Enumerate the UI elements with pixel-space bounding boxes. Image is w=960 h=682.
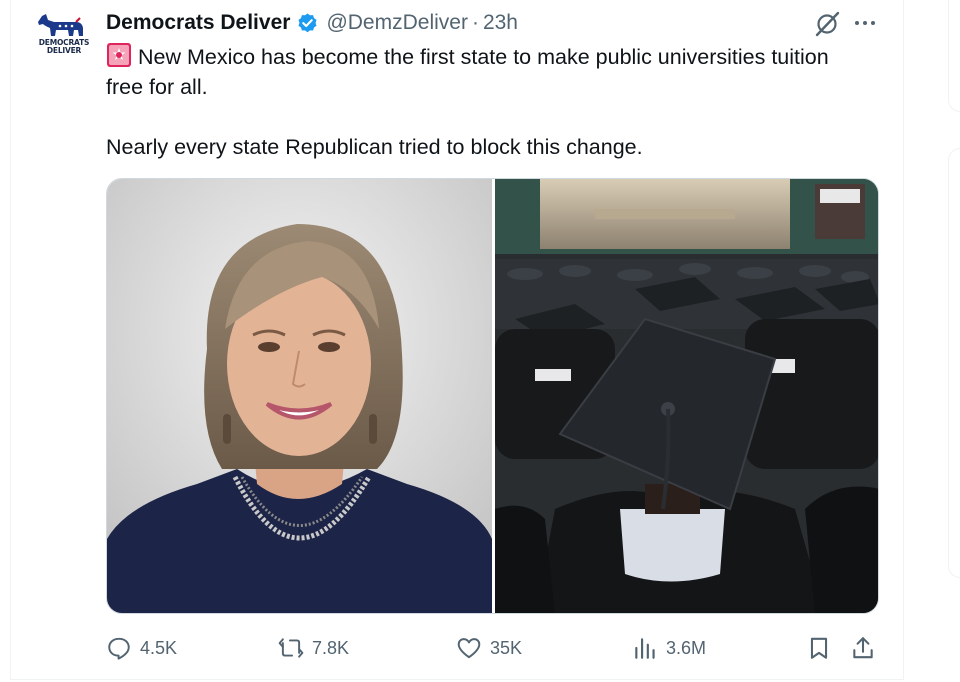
reply-button[interactable]: 4.5K (106, 632, 177, 664)
header-separator: · (471, 11, 479, 34)
author-display-name[interactable]: Democrats Deliver (106, 11, 290, 35)
repost-count: 7.8K (312, 637, 350, 658)
author-handle[interactable]: @DemzDeliver (326, 11, 468, 35)
tweet-actions-bar: 4.5K 7.8K 35K 3.6M (106, 632, 880, 664)
media-image-portrait[interactable] (107, 179, 492, 613)
tweet-media[interactable] (106, 178, 879, 614)
tweet-text-line-2: Nearly every state Republican tried to b… (106, 135, 643, 159)
views-count: 3.6M (666, 637, 707, 658)
tweet-text: New Mexico has become the first state to… (106, 42, 866, 162)
tweet-header: Democrats Deliver @DemzDeliver · 23h (106, 8, 518, 38)
views-button[interactable]: 3.6M (632, 632, 706, 664)
more-options-icon[interactable] (852, 10, 878, 36)
bookmark-icon (810, 637, 828, 659)
bookmark-button[interactable] (806, 632, 840, 664)
portrait-image (107, 179, 492, 613)
reply-count: 4.5K (140, 637, 178, 658)
verified-badge-icon[interactable] (296, 12, 319, 35)
right-panel-card (948, 0, 960, 112)
like-button[interactable]: 35K (456, 632, 522, 664)
repost-button[interactable]: 7.8K (278, 632, 349, 664)
heart-icon (457, 638, 481, 659)
reply-icon (108, 637, 130, 660)
avatar-logo-text: DEMOCRATS DELIVER (38, 38, 90, 55)
repost-icon (278, 638, 304, 658)
tweet-text-line-1: New Mexico has become the first state to… (106, 45, 829, 99)
grok-icon[interactable] (813, 10, 841, 38)
tweet-timestamp[interactable]: 23h (483, 11, 518, 35)
graduation-image (495, 179, 878, 613)
author-avatar[interactable]: DEMOCRATS DELIVER (36, 12, 92, 68)
analytics-icon (635, 638, 655, 659)
rotating-light-icon (106, 42, 132, 68)
right-panel-card (948, 148, 960, 578)
tweet-text-paragraph-1: New Mexico has become the first state to… (106, 42, 866, 102)
like-count: 35K (490, 637, 523, 658)
share-icon (853, 637, 873, 659)
share-button[interactable] (850, 632, 884, 664)
media-image-graduation[interactable] (495, 179, 878, 613)
right-column-edge (948, 0, 960, 682)
